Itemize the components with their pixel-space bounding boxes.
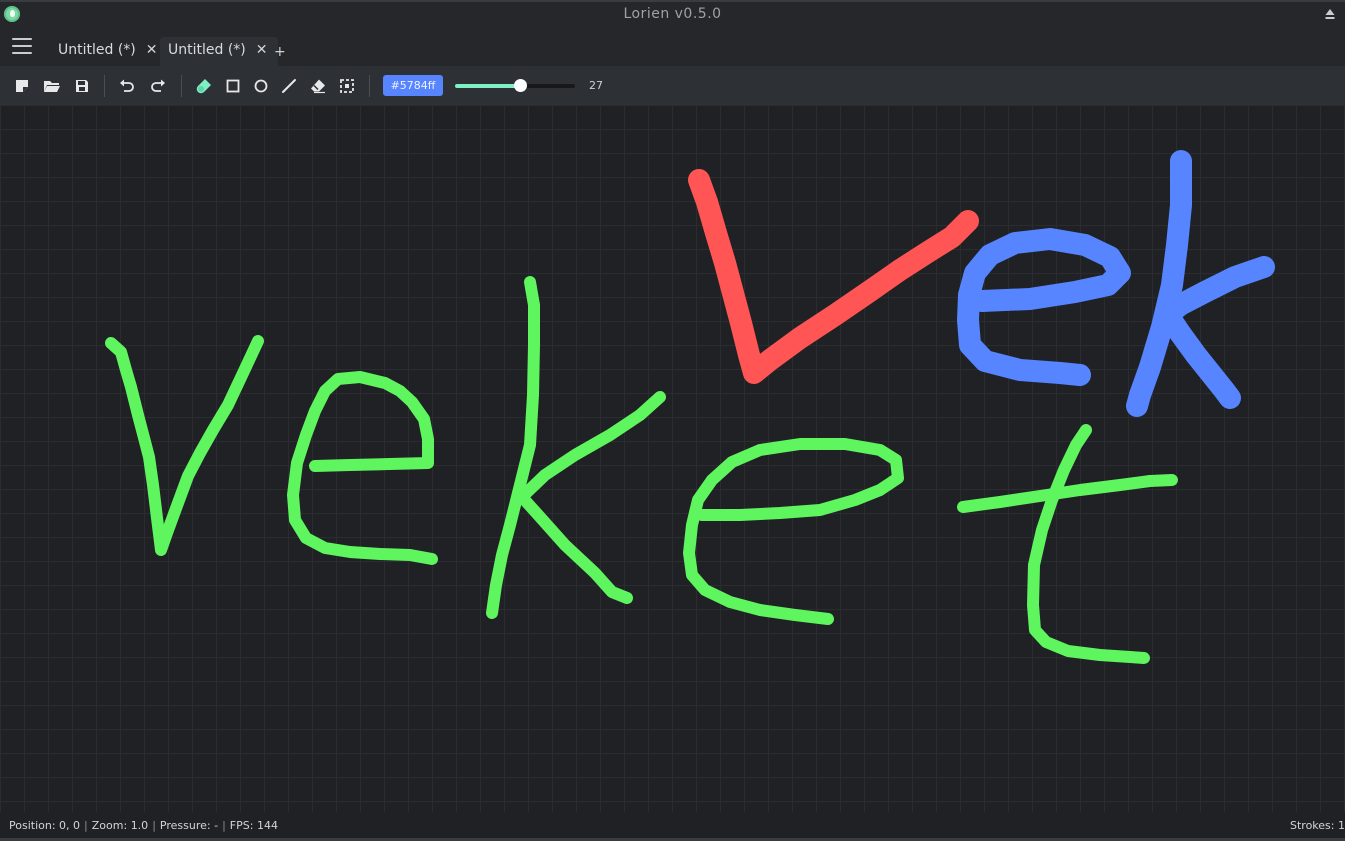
- position-value: 0, 0: [59, 819, 81, 832]
- title-bar: Lorien v0.5.0: [0, 0, 1345, 27]
- close-icon[interactable]: ✕: [146, 42, 158, 58]
- window-title: Lorien v0.5.0: [623, 6, 722, 22]
- close-icon[interactable]: ✕: [256, 42, 268, 58]
- tab-untitled-1[interactable]: Untitled (*) ✕: [50, 37, 168, 66]
- brush-icon[interactable]: [194, 76, 214, 96]
- open-folder-icon[interactable]: [42, 76, 62, 96]
- color-picker-button[interactable]: #5784ff: [383, 75, 443, 96]
- stroke-green-k-stem: [486, 276, 540, 619]
- brush-size-slider[interactable]: [455, 78, 575, 94]
- stroke-green-t-stem: [1027, 424, 1150, 664]
- strokes-label: Strokes:: [1290, 819, 1335, 832]
- position-label: Position:: [9, 819, 56, 832]
- zoom-value: 1.0: [130, 819, 149, 832]
- menu-icon[interactable]: [12, 38, 32, 54]
- brush-size-value: 27: [589, 79, 603, 92]
- tab-untitled-2[interactable]: Untitled (*) ✕: [160, 37, 278, 66]
- stroke-green-v: [105, 335, 264, 556]
- save-icon[interactable]: [72, 76, 92, 96]
- stroke-green-e2: [683, 438, 904, 625]
- strokes-layer: [105, 150, 1275, 664]
- zoom-label: Zoom:: [91, 819, 128, 832]
- new-file-icon[interactable]: [12, 76, 32, 96]
- stroke-green-e1: [287, 371, 438, 565]
- brush-size-fill: [455, 84, 520, 88]
- fps-value: 144: [256, 819, 278, 832]
- pressure-label: Pressure:: [159, 819, 211, 832]
- selection-icon[interactable]: [337, 76, 357, 96]
- circle-icon[interactable]: [251, 76, 271, 96]
- brush-size-thumb[interactable]: [513, 79, 527, 92]
- tab-label: Untitled (*): [58, 42, 136, 58]
- eject-icon[interactable]: [1325, 8, 1335, 20]
- fps-label: FPS:: [229, 819, 254, 832]
- stroke-blue-k-stem: [1126, 150, 1192, 417]
- undo-icon[interactable]: [117, 76, 137, 96]
- new-tab-button[interactable]: +: [274, 44, 286, 60]
- status-bar: Position: 0, 0 | Zoom: 1.0 | Pressure: - | FPS…: [0, 812, 1345, 841]
- redo-icon[interactable]: [148, 76, 168, 96]
- tab-bar: Untitled (*) ✕ Untitled (*) ✕ +: [0, 27, 1345, 66]
- tab-label: Untitled (*): [168, 42, 246, 58]
- stroke-green-t-bar: [957, 474, 1178, 513]
- rectangle-icon[interactable]: [223, 76, 243, 96]
- stroke-red-v: [688, 169, 979, 384]
- toolbar: #5784ff 27: [0, 66, 1345, 105]
- drawing-canvas[interactable]: [0, 105, 1345, 812]
- eraser-icon[interactable]: [308, 76, 328, 96]
- strokes-value: 1: [1338, 819, 1345, 832]
- stroke-blue-e: [957, 228, 1131, 386]
- line-icon[interactable]: [279, 76, 299, 96]
- pressure-value: -: [214, 819, 219, 832]
- stroke-green-k-arms: [516, 391, 666, 604]
